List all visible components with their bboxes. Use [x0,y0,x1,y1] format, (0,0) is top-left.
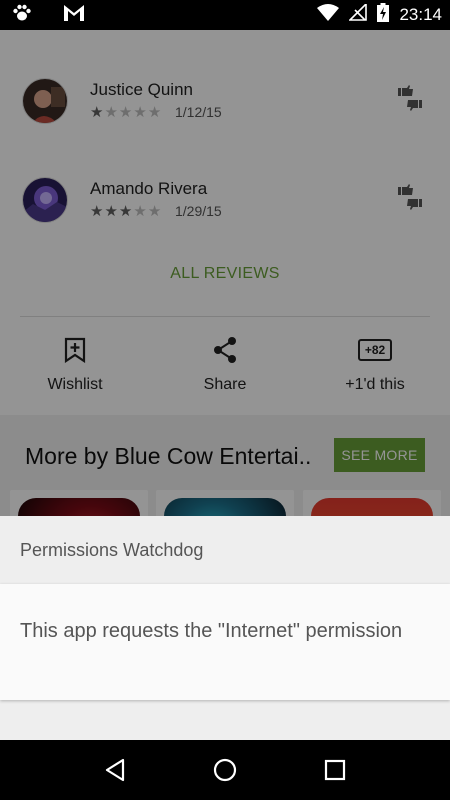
status-bar: 23:14 [0,0,450,30]
battery-charging-icon [377,3,390,27]
permission-message: This app requests the "Internet" permiss… [20,620,403,642]
back-button[interactable] [95,750,135,790]
recents-button[interactable] [315,750,355,790]
back-icon [105,758,125,782]
permission-card[interactable]: This app requests the "Internet" permiss… [0,584,450,700]
status-time: 23:14 [399,5,442,24]
home-button[interactable] [205,750,245,790]
wifi-icon [317,4,340,26]
dialog-title: Permissions Watchdog [20,540,204,560]
no-signal-icon [348,2,368,26]
gmail-icon [64,4,84,26]
navigation-bar [0,740,450,800]
permission-dialog: Permissions Watchdog This app requests t… [0,516,450,740]
paw-icon [12,4,32,27]
home-icon [213,758,237,782]
recents-icon [324,759,346,781]
